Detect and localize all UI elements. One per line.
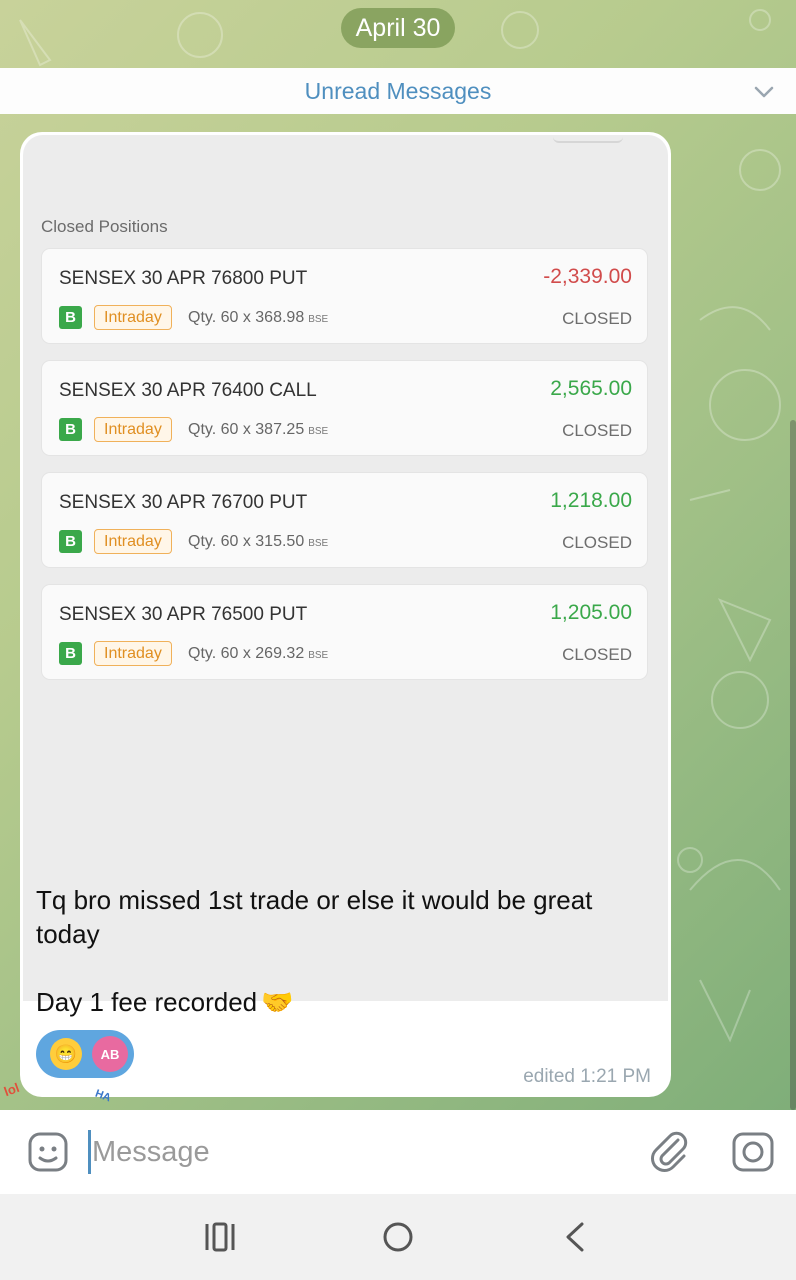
camera-icon[interactable] bbox=[730, 1130, 776, 1174]
unread-messages-bar[interactable]: Unread Messages bbox=[0, 68, 796, 114]
position-pnl: -2,339.00 bbox=[543, 265, 632, 288]
chevron-down-icon[interactable] bbox=[752, 80, 776, 104]
intraday-badge: Intraday bbox=[94, 529, 172, 554]
exchange-label: BSE bbox=[308, 538, 329, 549]
recents-icon[interactable] bbox=[202, 1220, 238, 1254]
back-icon[interactable] bbox=[560, 1219, 590, 1255]
position-status: CLOSED bbox=[562, 645, 632, 664]
position-qty: Qty. 60 x 368.98 BSE bbox=[188, 309, 328, 327]
position-name: SENSEX 30 APR 76400 CALL bbox=[59, 380, 317, 401]
sticker-emoji-icon[interactable] bbox=[26, 1130, 70, 1174]
position-pnl: 2,565.00 bbox=[550, 377, 632, 400]
position-name: SENSEX 30 APR 76800 PUT bbox=[59, 268, 308, 289]
message-gap bbox=[36, 951, 661, 985]
date-pill: April 30 bbox=[341, 8, 455, 48]
closed-positions-title: Closed Positions bbox=[41, 217, 168, 236]
position-pnl: 1,205.00 bbox=[550, 601, 632, 624]
sheet-handle bbox=[553, 135, 623, 143]
position-qty: Qty. 60 x 269.32 BSE bbox=[188, 645, 328, 663]
message-line-2: Day 1 fee recorded bbox=[36, 987, 258, 1017]
qty-text: Qty. 60 x 269.32 bbox=[188, 645, 305, 662]
exchange-label: BSE bbox=[308, 314, 329, 325]
position-name: SENSEX 30 APR 76500 PUT bbox=[59, 604, 308, 625]
handshake-icon: 🤝 bbox=[261, 987, 294, 1017]
message-input[interactable] bbox=[88, 1130, 608, 1174]
position-qty: Qty. 60 x 387.25 BSE bbox=[188, 421, 328, 439]
exchange-label: BSE bbox=[308, 426, 329, 437]
intraday-badge: Intraday bbox=[94, 417, 172, 442]
position-pnl: 1,218.00 bbox=[550, 489, 632, 512]
message-bubble[interactable]: Closed Positions SENSEX 30 APR 76800 PUT… bbox=[20, 132, 671, 1097]
paperclip-icon[interactable] bbox=[648, 1130, 690, 1174]
reaction-pill[interactable]: 😁 AB bbox=[36, 1030, 134, 1078]
position-name: SENSEX 30 APR 76700 PUT bbox=[59, 492, 308, 513]
intraday-badge: Intraday bbox=[94, 641, 172, 666]
screenshot-photo[interactable]: Closed Positions SENSEX 30 APR 76800 PUT… bbox=[23, 135, 668, 1001]
position-card: SENSEX 30 APR 76500 PUT 1,205.00 B Intra… bbox=[42, 585, 647, 679]
buy-badge: B bbox=[59, 306, 82, 329]
message-line-1: Tq bro missed 1st trade or else it would… bbox=[36, 885, 593, 949]
scrollbar[interactable] bbox=[790, 420, 796, 1110]
message-timestamp: edited 1:21 PM bbox=[523, 1066, 651, 1087]
home-icon[interactable] bbox=[380, 1219, 416, 1255]
unread-messages-label: Unread Messages bbox=[304, 77, 492, 104]
buy-badge: B bbox=[59, 642, 82, 665]
position-card: SENSEX 30 APR 76800 PUT -2,339.00 B Intr… bbox=[42, 249, 647, 343]
position-status: CLOSED bbox=[562, 309, 632, 328]
position-status: CLOSED bbox=[562, 421, 632, 440]
grin-emoji-icon: 😁 bbox=[50, 1038, 82, 1070]
composer-bar bbox=[0, 1110, 796, 1194]
position-status: CLOSED bbox=[562, 533, 632, 552]
message-line-2-row: Day 1 fee recorded 🤝 bbox=[36, 985, 661, 1019]
qty-text: Qty. 60 x 368.98 bbox=[188, 309, 305, 326]
position-qty: Qty. 60 x 315.50 BSE bbox=[188, 533, 328, 551]
qty-text: Qty. 60 x 315.50 bbox=[188, 533, 305, 550]
message-text: Tq bro missed 1st trade or else it would… bbox=[36, 883, 661, 1019]
system-nav-bar bbox=[0, 1194, 796, 1280]
buy-badge: B bbox=[59, 418, 82, 441]
position-card: SENSEX 30 APR 76700 PUT 1,218.00 B Intra… bbox=[42, 473, 647, 567]
buy-badge: B bbox=[59, 530, 82, 553]
position-card: SENSEX 30 APR 76400 CALL 2,565.00 B Intr… bbox=[42, 361, 647, 455]
intraday-badge: Intraday bbox=[94, 305, 172, 330]
qty-text: Qty. 60 x 387.25 bbox=[188, 421, 305, 438]
exchange-label: BSE bbox=[308, 650, 329, 661]
reactor-avatar: AB bbox=[92, 1036, 128, 1072]
